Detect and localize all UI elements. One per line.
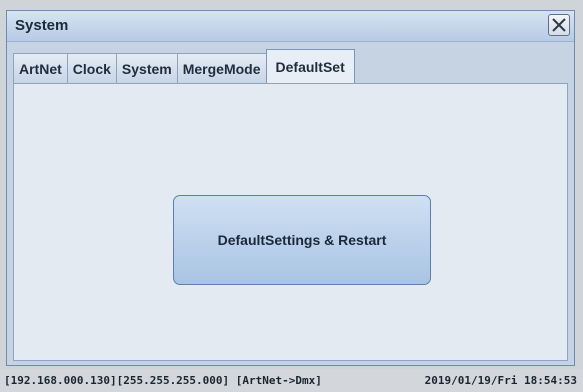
screen: System ArtNet Clock System MergeMode Def…	[0, 0, 583, 392]
title-bar: System	[7, 11, 574, 42]
status-bar: [192.168.000.130][255.255.255.000] [ArtN…	[0, 369, 583, 392]
tab-mergemode[interactable]: MergeMode	[176, 53, 267, 83]
defaultset-panel: DefaultSettings & Restart	[13, 83, 568, 361]
tab-bar: ArtNet Clock System MergeMode DefaultSet	[13, 49, 355, 84]
close-icon	[552, 18, 566, 32]
default-settings-restart-button[interactable]: DefaultSettings & Restart	[173, 195, 431, 285]
tab-artnet[interactable]: ArtNet	[13, 53, 68, 83]
datetime-status: 2019/01/19/Fri 18:54:53	[424, 374, 577, 387]
tab-system[interactable]: System	[115, 53, 178, 83]
window-title: System	[15, 17, 69, 34]
network-status: [192.168.000.130][255.255.255.000] [ArtN…	[4, 374, 322, 387]
tab-defaultset[interactable]: DefaultSet	[265, 49, 355, 84]
tab-clock[interactable]: Clock	[66, 53, 117, 83]
system-window: System ArtNet Clock System MergeMode Def…	[6, 10, 575, 366]
close-button[interactable]	[548, 14, 570, 36]
